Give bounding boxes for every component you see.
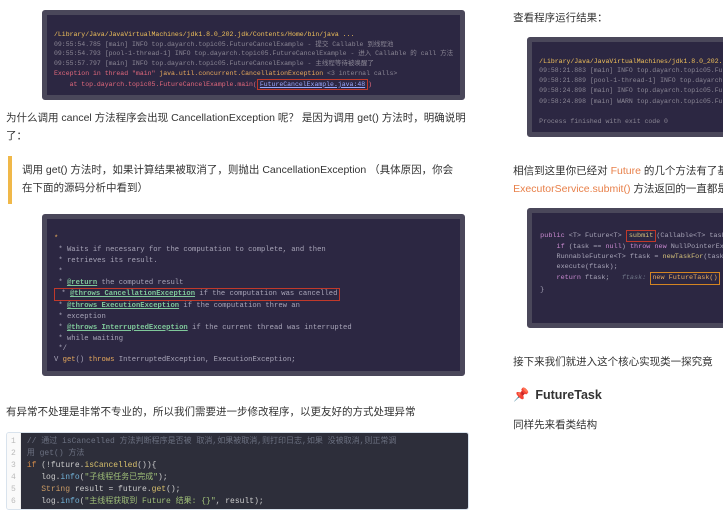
sig-get: get <box>63 356 76 364</box>
term1-at: at top.dayarch.topic05.FutureCancelExamp… <box>54 81 257 88</box>
term1-path: /Library/Java/JavaVirtualMachines/jdk1.8… <box>54 31 354 38</box>
term2-l1: 09:58:21.883 [main] INFO top.dayarch.top… <box>539 67 723 74</box>
term1-exc: Exception in thread "main" <box>54 70 159 77</box>
javadoc-block: * * Waits if necessary for the computati… <box>42 214 465 376</box>
code-submit-def: public <T> Future<T> submit(Callable<T> … <box>527 208 723 328</box>
term1-l1b: 09:55:54.793 [pool-1-thread-1] INFO top.… <box>54 50 453 57</box>
question-2: 有异常不处理是非常不专业的，所以我们需要进一步修改程序，以更友好的方式处理异常 <box>6 404 469 422</box>
doc-star: * <box>54 235 58 243</box>
tag-throws-int: @throws InterruptedException <box>67 324 188 332</box>
term2-l3: 09:58:24.898 [main] INFO top.dayarch.top… <box>539 87 723 94</box>
tag-throws-cancel: @throws CancellationException <box>70 290 195 298</box>
doc-l10: */ <box>54 345 67 353</box>
ide-code-block: 1 2 3 4 5 6 7 8 // 通过 isCancelled 方法判断程序… <box>6 432 469 510</box>
section-futuretask: 📌 FutureTask <box>513 387 723 403</box>
doc-l2: * retrieves its result. <box>54 257 158 265</box>
term2-path: /Library/Java/JavaVirtualMachines/jdk1.8… <box>539 58 723 65</box>
term1-link[interactable]: FutureCancelExample.java:48 <box>257 79 368 91</box>
term1-l1c: 09:55:57.797 [main] INFO top.dayarch.top… <box>54 60 374 67</box>
right-para-2: 相信到这里你已经对 Future 的几个方法有了基本的使用印象，但 Future… <box>513 163 723 199</box>
doc-l7: * exception <box>54 313 106 321</box>
tag-return: @return <box>67 279 97 287</box>
terminal-output-2: /Library/Java/JavaVirtualMachines/jdk1.8… <box>527 37 723 137</box>
term2-exit: Process finished with exit code 0 <box>539 118 668 125</box>
right-h1: 查看程序运行结果： <box>513 10 723 27</box>
section-title-text: FutureTask <box>535 388 601 402</box>
terminal-output-1: /Library/Java/JavaVirtualMachines/jdk1.8… <box>42 10 465 100</box>
doc-l9: * while waiting <box>54 335 123 343</box>
doc-l3: * <box>54 268 63 276</box>
note-quote: 调用 get() 方法时，如果计算结果被取消了，则抛出 Cancellation… <box>8 156 469 204</box>
submit-boxed: submit <box>626 230 656 242</box>
kw-future-1: Future <box>611 165 641 177</box>
term1-l1a: 09:55:54.785 [main] INFO top.dayarch.top… <box>54 41 393 48</box>
term1-at-end: ) <box>368 81 372 88</box>
term2-l4a: 09:58:24.898 [main] WARN top.dayarch.top… <box>539 98 723 105</box>
ide-code: // 通过 isCancelled 方法判断程序是否被 取消,如果被取消,则打印… <box>21 433 468 509</box>
term1-exc-intl: <3 internal calls> <box>323 70 397 77</box>
ide-gutter: 1 2 3 4 5 6 7 8 <box>7 433 21 509</box>
question-1: 为什么调用 cancel 方法程序会出现 CancellationExcepti… <box>6 110 469 146</box>
right-para-4: 同样先来看类结构 <box>513 417 723 434</box>
tag-throws-exec: @throws ExecutionException <box>67 302 179 310</box>
term1-exc-class: java.util.concurrent.CancellationExcepti… <box>159 70 323 77</box>
kw-submit: ExecutorService.submit() <box>513 183 630 195</box>
right-para-3: 接下来我们就进入这个核心实现类一探究竟 <box>513 354 723 371</box>
doc-l1: * Waits if necessary for the computation… <box>54 246 326 254</box>
pin-icon: 📌 <box>513 387 529 403</box>
term2-l2: 09:58:21.889 [pool-1-thread-1] INFO top.… <box>539 77 723 84</box>
futuretask-boxed: new FutureTask() <box>650 272 719 284</box>
